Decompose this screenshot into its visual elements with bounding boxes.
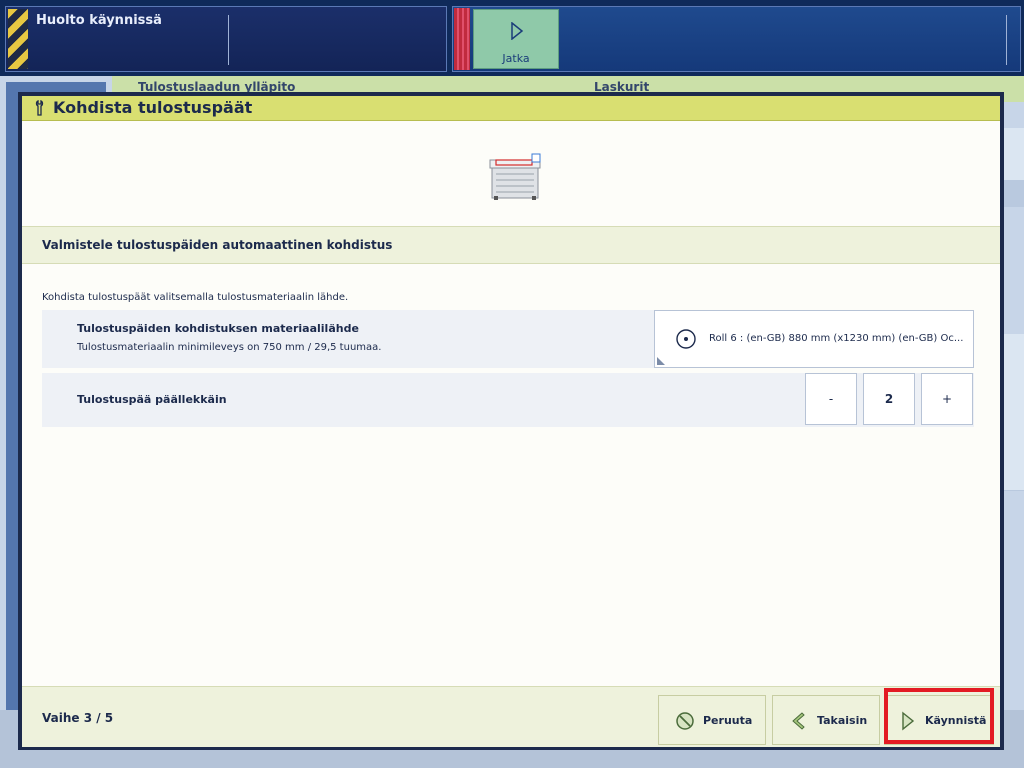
intro-text: Kohdista tulostuspäät valitsemalla tulos… xyxy=(42,292,349,303)
warning-stripes-icon xyxy=(8,9,28,69)
alert-indicator xyxy=(454,8,470,70)
printhead-overlap-row: Tulostuspää päällekkäin - 2 + xyxy=(42,373,974,427)
increment-button[interactable]: + xyxy=(921,373,973,425)
media-source-row: Tulostuspäiden kohdistuksen materiaalilä… xyxy=(42,310,974,368)
cancel-button[interactable]: Peruuta xyxy=(658,695,766,745)
align-printheads-dialog: Kohdista tulostuspäät Valmistele tulostu… xyxy=(18,92,1004,750)
status-panel: Huolto käynnissä xyxy=(5,6,447,72)
job-panel: Jatka xyxy=(452,6,1021,72)
play-icon xyxy=(511,22,524,40)
dialog-body: Kohdista tulostuspäät Valmistele tulostu… xyxy=(22,96,1000,747)
top-status-bar: Huolto käynnissä Jatka xyxy=(0,0,1024,76)
continue-button[interactable]: Jatka xyxy=(473,9,559,69)
start-button[interactable]: Käynnistä xyxy=(884,695,994,745)
printer-illustration-icon xyxy=(489,153,541,200)
decrement-button[interactable]: - xyxy=(805,373,857,425)
media-source-select[interactable]: Roll 6 : (en-GB) 880 mm (x1230 mm) (en-G… xyxy=(654,310,974,368)
status-message: Huolto käynnissä xyxy=(36,13,162,28)
chevron-left-icon xyxy=(792,712,805,730)
dropdown-corner-icon xyxy=(657,357,665,365)
wrench-icon xyxy=(35,100,44,116)
start-label: Käynnistä xyxy=(925,714,987,727)
dialog-title-bar: Kohdista tulostuspäät xyxy=(22,96,1000,121)
media-source-value: Roll 6 : (en-GB) 880 mm (x1230 mm) (en-G… xyxy=(709,333,964,344)
back-button[interactable]: Takaisin xyxy=(772,695,880,745)
overlap-value-field[interactable]: 2 xyxy=(863,373,915,425)
step-indicator: Vaihe 3 / 5 xyxy=(42,711,114,725)
media-roll-icon xyxy=(676,329,696,349)
section-header: Valmistele tulostuspäiden automaattinen … xyxy=(22,226,1000,264)
printhead-overlap-label: Tulostuspää päällekkäin xyxy=(77,393,227,406)
cancel-icon xyxy=(676,712,694,730)
back-label: Takaisin xyxy=(817,714,868,727)
continue-label: Jatka xyxy=(502,52,530,65)
dialog-footer: Vaihe 3 / 5 Peruuta Takaisin Käynnistä xyxy=(22,686,1000,747)
cancel-label: Peruuta xyxy=(703,714,753,727)
divider xyxy=(228,15,229,65)
media-source-label: Tulostuspäiden kohdistuksen materiaalilä… xyxy=(77,322,359,335)
divider xyxy=(1006,15,1007,65)
media-source-hint: Tulostusmateriaalin minimileveys on 750 … xyxy=(77,342,382,353)
play-icon xyxy=(902,711,915,731)
section-title: Valmistele tulostuspäiden automaattinen … xyxy=(42,238,393,252)
dialog-title: Kohdista tulostuspäät xyxy=(53,98,253,117)
